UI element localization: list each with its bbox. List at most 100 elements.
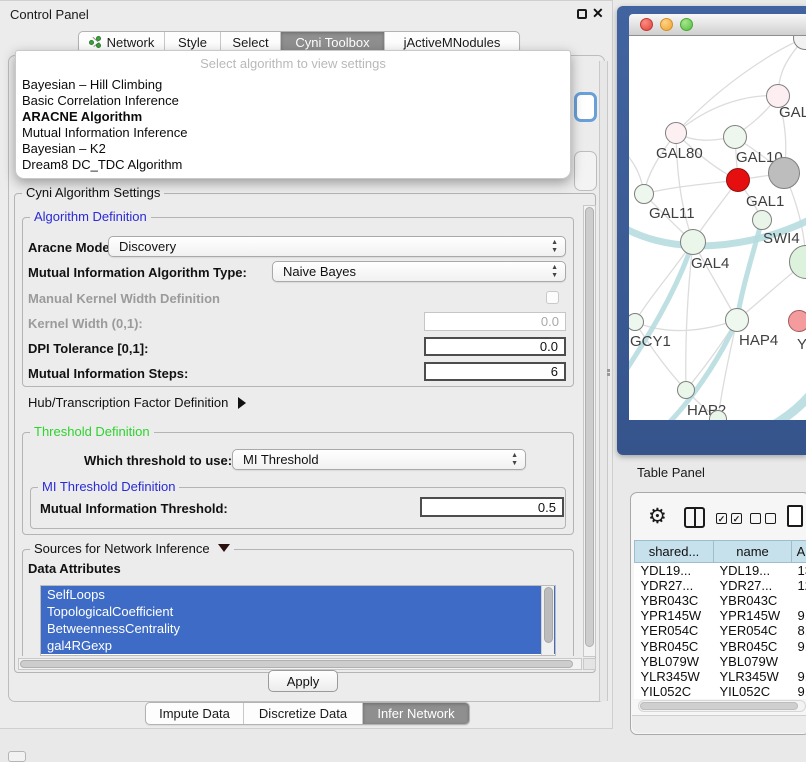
node-gal4[interactable] bbox=[680, 229, 706, 255]
node-gal11[interactable] bbox=[634, 184, 654, 204]
tab-infer-network[interactable]: Infer Network bbox=[363, 703, 469, 724]
minimized-panel-stub[interactable] bbox=[8, 751, 26, 762]
table-cell[interactable]: YBR045C bbox=[714, 639, 792, 654]
table-cell[interactable]: YBR043C bbox=[635, 593, 714, 608]
table-cell[interactable]: 9. bbox=[792, 684, 806, 699]
table-cell[interactable]: YDL19... bbox=[714, 563, 792, 579]
mi-threshold-input[interactable] bbox=[420, 497, 564, 517]
algorithm-option[interactable]: Dream8 DC_TDC Algorithm bbox=[16, 157, 570, 173]
table-cell[interactable] bbox=[792, 593, 806, 608]
zoom-traffic-light[interactable] bbox=[680, 18, 693, 31]
node-gray[interactable] bbox=[768, 157, 800, 189]
table-cell[interactable]: YLR345W bbox=[635, 669, 714, 684]
node-hap4[interactable] bbox=[725, 308, 749, 332]
table-cell[interactable]: YIL052C bbox=[714, 684, 792, 699]
settings-horizontal-scrollbar[interactable] bbox=[18, 658, 582, 670]
table-cell[interactable]: YPR145W bbox=[635, 608, 714, 623]
float-window-icon[interactable] bbox=[577, 9, 587, 19]
table-row[interactable]: YBR045CYBR045C9. bbox=[635, 639, 806, 654]
table-cell[interactable]: YBR045C bbox=[635, 639, 714, 654]
table-cell[interactable]: YLR345W bbox=[714, 669, 792, 684]
table-cell[interactable]: 9. bbox=[792, 639, 806, 654]
settings-vertical-scrollbar[interactable] bbox=[583, 205, 596, 657]
node-swi4[interactable] bbox=[752, 210, 772, 230]
node-gal10[interactable] bbox=[723, 125, 747, 149]
close-icon[interactable]: ✕ bbox=[592, 5, 604, 22]
table-cell[interactable]: YIL052C bbox=[635, 684, 714, 699]
table-cell[interactable]: YER054C bbox=[714, 623, 792, 638]
table-cell[interactable]: 13 bbox=[792, 563, 806, 579]
scrollbar-corner bbox=[583, 658, 596, 670]
table-cell[interactable]: 8. bbox=[792, 623, 806, 638]
tab-impute-data[interactable]: Impute Data bbox=[146, 703, 244, 724]
node-gal1[interactable] bbox=[726, 168, 750, 192]
gear-icon[interactable]: ⚙ bbox=[648, 504, 667, 529]
table-row[interactable]: YBL079WYBL079W bbox=[635, 654, 806, 669]
combo-arrows-icon: ▲▼ bbox=[551, 239, 558, 255]
mi-steps-input[interactable] bbox=[424, 362, 566, 381]
table-cell[interactable]: YBL079W bbox=[635, 654, 714, 669]
table-row[interactable]: YBR043CYBR043C bbox=[635, 593, 806, 608]
table-cell[interactable]: YBR043C bbox=[714, 593, 792, 608]
table-row[interactable]: YDL19...YDL19...13 bbox=[635, 563, 806, 579]
column-header[interactable]: name bbox=[714, 541, 792, 563]
dpi-tolerance-input[interactable] bbox=[424, 337, 566, 356]
algorithm-option[interactable]: ARACNE Algorithm bbox=[16, 109, 570, 125]
hub-definition-toggle[interactable]: Hub/Transcription Factor Definition bbox=[28, 395, 246, 410]
node-gal80[interactable] bbox=[665, 122, 687, 144]
table-cell[interactable] bbox=[792, 654, 806, 669]
table-cell[interactable]: YDR27... bbox=[714, 578, 792, 593]
manual-kernel-checkbox[interactable] bbox=[546, 291, 559, 304]
apply-button[interactable]: Apply bbox=[268, 670, 338, 692]
tab-discretize-data[interactable]: Discretize Data bbox=[244, 703, 363, 724]
attribute-item[interactable]: BetweennessCentrality bbox=[41, 620, 555, 637]
table-horizontal-scrollbar[interactable] bbox=[638, 700, 806, 712]
tab-label: Cyni Toolbox bbox=[295, 35, 369, 50]
table-cell[interactable]: YPR145W bbox=[714, 608, 792, 623]
table-cell[interactable]: 12 bbox=[792, 578, 806, 593]
node-gal4-label: GAL4 bbox=[691, 255, 729, 272]
algorithm-popup-hint: Select algorithm to view settings bbox=[16, 51, 570, 77]
table-cell[interactable]: 9. bbox=[792, 608, 806, 623]
columns-icon[interactable] bbox=[684, 507, 705, 528]
attribute-item[interactable]: TopologicalCoefficient bbox=[41, 603, 555, 620]
algorithm-option[interactable]: Bayesian – K2 bbox=[16, 141, 570, 157]
table-row[interactable]: YPR145WYPR145W9. bbox=[635, 608, 806, 623]
table-cell[interactable]: 9. bbox=[792, 669, 806, 684]
attribute-item[interactable]: gal4RGexp bbox=[41, 637, 555, 654]
panel-scroll-gutter[interactable] bbox=[599, 61, 608, 701]
close-traffic-light[interactable] bbox=[640, 18, 653, 31]
attribute-item[interactable]: SelfLoops bbox=[41, 586, 555, 603]
table-row[interactable]: YIL052CYIL052C9. bbox=[635, 684, 806, 699]
table-cell[interactable]: YBL079W bbox=[714, 654, 792, 669]
splitter-grip[interactable] bbox=[607, 368, 611, 379]
mi-type-value: Naive Bayes bbox=[283, 264, 356, 279]
file-icon[interactable] bbox=[787, 505, 803, 527]
column-header[interactable]: shared... bbox=[635, 541, 714, 563]
node-hap2[interactable] bbox=[677, 381, 695, 399]
mi-type-select[interactable]: Naive Bayes ▲▼ bbox=[272, 261, 566, 282]
select-all-icon[interactable]: ✓✓ bbox=[716, 513, 742, 524]
attributes-scrollbar[interactable] bbox=[541, 586, 554, 655]
tab-label: jActiveMNodules bbox=[404, 35, 501, 50]
table-cell[interactable]: YER054C bbox=[635, 623, 714, 638]
node-y[interactable] bbox=[788, 310, 806, 332]
deselect-all-icon[interactable] bbox=[750, 513, 776, 524]
minimize-traffic-light[interactable] bbox=[660, 18, 673, 31]
table-cell[interactable]: YDR27... bbox=[635, 578, 714, 593]
table-row[interactable]: YLR345WYLR345W9. bbox=[635, 669, 806, 684]
kernel-width-input[interactable] bbox=[424, 312, 566, 331]
sources-toggle[interactable]: Sources for Network Inference bbox=[30, 542, 234, 556]
algorithm-option[interactable]: Mutual Information Inference bbox=[16, 125, 570, 141]
network-canvas[interactable]: GALGAL80GAL10GAL1GAL11SWI4GAL4GCY1HAP4YH… bbox=[629, 36, 806, 420]
hub-definition-label: Hub/Transcription Factor Definition bbox=[28, 395, 228, 410]
network-window-titlebar[interactable] bbox=[629, 14, 806, 36]
column-header[interactable]: A bbox=[792, 541, 806, 563]
aracne-mode-select[interactable]: Discovery ▲▼ bbox=[108, 236, 566, 257]
algorithm-option[interactable]: Basic Correlation Inference bbox=[16, 93, 570, 109]
table-row[interactable]: YER054CYER054C8. bbox=[635, 623, 806, 638]
table-cell[interactable]: YDL19... bbox=[635, 563, 714, 579]
algorithm-option[interactable]: Bayesian – Hill Climbing bbox=[16, 77, 570, 93]
which-threshold-select[interactable]: MI Threshold ▲▼ bbox=[232, 449, 526, 470]
table-row[interactable]: YDR27...YDR27...12 bbox=[635, 578, 806, 593]
